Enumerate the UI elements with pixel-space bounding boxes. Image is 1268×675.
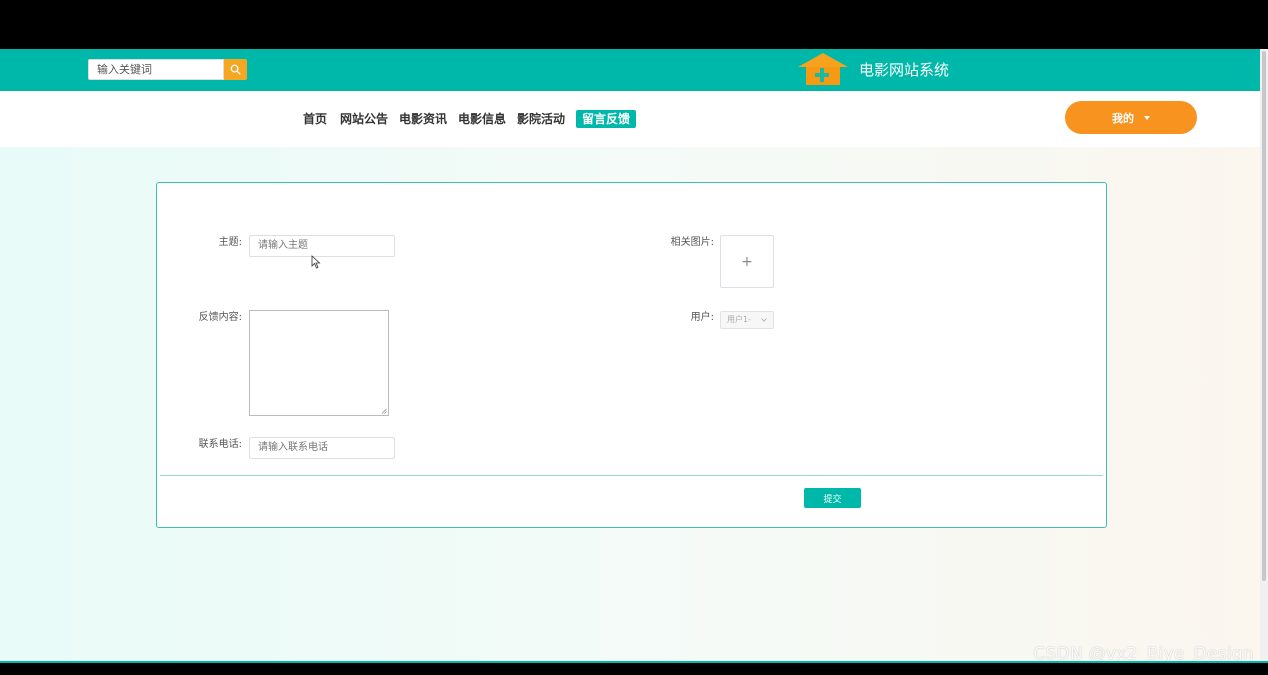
submit-button[interactable]: 提交 (804, 488, 861, 508)
top-black-bar (0, 0, 1268, 49)
nav-item-cinema-events[interactable]: 影院活动 (517, 111, 565, 127)
my-account-button[interactable]: 我的 (1065, 101, 1197, 134)
nav-item-announcements[interactable]: 网站公告 (340, 111, 388, 127)
scrollbar-thumb[interactable] (1262, 51, 1266, 581)
feedback-form: 主题: 请输入主题 相关图片: + 反馈内容: 用户: 用户1- 联系电话: 请… (156, 182, 1107, 528)
header: 输入关键词 电影网站系统 (0, 49, 1268, 91)
image-label: 相关图片: (670, 237, 714, 248)
navbar: 首页 网站公告 电影资讯 电影信息 影院活动 留言反馈 我的 (0, 91, 1268, 147)
user-select[interactable]: 用户1- (720, 311, 774, 329)
logo-house-icon (798, 53, 848, 85)
user-label: 用户: (690, 312, 714, 323)
nav-item-home[interactable]: 首页 (303, 111, 327, 127)
mouse-cursor-icon (311, 255, 321, 269)
search-input[interactable]: 输入关键词 (88, 59, 224, 80)
site-title: 电影网站系统 (859, 61, 950, 79)
plus-icon: + (741, 253, 753, 270)
nav-item-movie-info[interactable]: 电影信息 (458, 111, 506, 127)
content-label: 反馈内容: (198, 312, 242, 323)
user-select-value: 用户1- (727, 315, 751, 324)
bottom-bar (0, 661, 1268, 675)
content-area: 主题: 请输入主题 相关图片: + 反馈内容: 用户: 用户1- 联系电话: 请… (0, 147, 1268, 664)
nav-item-feedback[interactable]: 留言反馈 (576, 110, 637, 128)
phone-label: 联系电话: (198, 439, 242, 450)
resize-handle-icon[interactable] (381, 408, 387, 414)
subject-label: 主题: (218, 237, 242, 248)
nav-item-movie-news[interactable]: 电影资讯 (399, 111, 447, 127)
phone-input[interactable]: 请输入联系电话 (249, 437, 395, 459)
form-divider (160, 475, 1103, 476)
search-icon (230, 64, 241, 75)
image-upload-button[interactable]: + (720, 235, 774, 288)
my-account-label: 我的 (1112, 111, 1134, 125)
content-textarea[interactable] (249, 310, 389, 416)
subject-input[interactable]: 请输入主题 (249, 235, 395, 257)
caret-down-icon (1144, 115, 1150, 120)
search-button[interactable] (224, 59, 247, 80)
chevron-down-icon (761, 318, 767, 322)
